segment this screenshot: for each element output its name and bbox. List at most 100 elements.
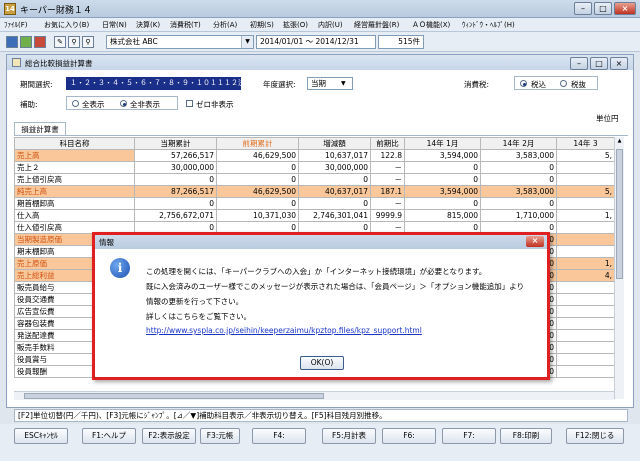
- inner-close-button[interactable]: ×: [610, 57, 628, 70]
- save-icon[interactable]: [6, 36, 18, 48]
- f8-print-button[interactable]: F8:印刷: [500, 428, 552, 444]
- value-cell[interactable]: [556, 317, 615, 330]
- table-row[interactable]: 期首棚卸高 0 0 0 － 0 0: [14, 197, 615, 210]
- tab-income-statement[interactable]: 損益計算書: [14, 122, 66, 136]
- pen-icon[interactable]: ✎: [54, 36, 66, 48]
- value-cell[interactable]: [556, 329, 615, 342]
- value-cell[interactable]: 46,629,500: [216, 149, 299, 162]
- scroll-thumb[interactable]: [616, 149, 623, 279]
- value-cell[interactable]: 9999.9: [370, 209, 405, 222]
- value-cell[interactable]: 30,000,000: [134, 161, 217, 174]
- value-cell[interactable]: 30,000,000: [298, 161, 371, 174]
- col-header-previous[interactable]: 前期累計: [216, 137, 299, 150]
- hscroll-thumb[interactable]: [24, 393, 324, 399]
- value-cell[interactable]: 0: [480, 161, 557, 174]
- account-name-cell[interactable]: 仕入高: [14, 209, 135, 222]
- inner-restore-button[interactable]: □: [590, 57, 608, 70]
- value-cell[interactable]: 10,371,030: [216, 209, 299, 222]
- value-cell[interactable]: 0: [480, 197, 557, 210]
- menu-favorites[interactable]: お気に入り(B): [44, 20, 89, 30]
- value-cell[interactable]: [556, 245, 615, 258]
- table-row[interactable]: 売上高 57,266,517 46,629,500 10,637,017 122.8 3,…: [14, 149, 615, 162]
- value-cell[interactable]: [556, 161, 615, 174]
- f1-help-button[interactable]: F1:ヘルプ: [82, 428, 136, 444]
- show-all-radio[interactable]: [72, 100, 79, 107]
- value-cell[interactable]: 3,583,000: [480, 149, 557, 162]
- value-cell[interactable]: 0: [134, 173, 217, 186]
- value-cell[interactable]: [556, 221, 615, 234]
- value-cell[interactable]: [556, 197, 615, 210]
- f3-ledger-button[interactable]: F3:元帳: [200, 428, 240, 444]
- value-cell[interactable]: 0: [134, 197, 217, 210]
- value-cell[interactable]: 0: [298, 173, 371, 186]
- value-cell[interactable]: [556, 281, 615, 294]
- support-link[interactable]: http://www.syspla.co.jp/seihin/keeperzai…: [146, 326, 422, 335]
- f6-button[interactable]: F6:: [382, 428, 436, 444]
- calendar-icon[interactable]: [34, 36, 46, 48]
- esc-cancel-button[interactable]: ESCｷｬﾝｾﾙ: [14, 428, 68, 444]
- account-name-cell[interactable]: 売上高: [14, 149, 135, 162]
- f5-monthly-button[interactable]: F5:月計表: [322, 428, 376, 444]
- menu-initial[interactable]: 初期(S): [250, 20, 274, 30]
- ok-button[interactable]: OK(O): [300, 356, 344, 370]
- table-row[interactable]: 売上値引戻高 0 0 0 － 0 0: [14, 173, 615, 186]
- hide-all-radio[interactable]: [120, 100, 127, 107]
- inner-minimize-button[interactable]: –: [570, 57, 588, 70]
- menu-analysis[interactable]: 分析(A): [213, 20, 237, 30]
- vertical-scrollbar[interactable]: ▲: [614, 137, 624, 399]
- menu-window-help[interactable]: ｳｨﾝﾄﾞｳ・ﾍﾙﾌﾟ(H): [462, 20, 515, 30]
- col-header-change[interactable]: 増減額: [298, 137, 371, 150]
- value-cell[interactable]: 87,266,517: [134, 185, 217, 198]
- value-cell[interactable]: 4,: [556, 269, 615, 282]
- value-cell[interactable]: 0: [404, 173, 481, 186]
- value-cell[interactable]: 0: [216, 161, 299, 174]
- value-cell[interactable]: －: [370, 161, 405, 174]
- scroll-up-icon[interactable]: ▲: [616, 138, 623, 146]
- value-cell[interactable]: 0: [404, 197, 481, 210]
- menu-tax[interactable]: 消費税(T): [170, 20, 201, 30]
- company-select[interactable]: 株式会社 ABC: [106, 35, 254, 49]
- maximize-button[interactable]: □: [594, 2, 612, 15]
- col-header-mar[interactable]: 14年 3: [556, 137, 615, 150]
- value-cell[interactable]: 5,: [556, 185, 615, 198]
- value-cell[interactable]: [556, 353, 615, 366]
- value-cell[interactable]: 3,594,000: [404, 149, 481, 162]
- value-cell[interactable]: 5,: [556, 149, 615, 162]
- value-cell[interactable]: 0: [216, 197, 299, 210]
- f2-display-settings-button[interactable]: F2:表示設定: [142, 428, 196, 444]
- menu-daily[interactable]: 日常(N): [102, 20, 127, 30]
- value-cell[interactable]: [556, 341, 615, 354]
- menu-compass[interactable]: 経営羅針盤(R): [354, 20, 399, 30]
- zoom-icon[interactable]: ⚲: [82, 36, 94, 48]
- table-row[interactable]: 純売上高 87,266,517 46,629,500 40,637,017 187.1 3…: [14, 185, 615, 198]
- month-selector[interactable]: １・２・３・４・５・６・７・８・９・１０１１１２決: [66, 77, 241, 90]
- value-cell[interactable]: 0: [404, 161, 481, 174]
- tax-excluded-radio[interactable]: [560, 80, 567, 87]
- account-name-cell[interactable]: 売上２: [14, 161, 135, 174]
- close-button[interactable]: ×: [614, 2, 636, 15]
- account-name-cell[interactable]: 純売上高: [14, 185, 135, 198]
- dialog-close-button[interactable]: ×: [526, 236, 544, 247]
- horizontal-scrollbar[interactable]: [14, 391, 614, 400]
- open-icon[interactable]: [20, 36, 32, 48]
- value-cell[interactable]: [556, 365, 615, 378]
- value-cell[interactable]: [556, 233, 615, 246]
- value-cell[interactable]: 0: [480, 173, 557, 186]
- menu-settlement[interactable]: 決算(K): [136, 20, 160, 30]
- f7-button[interactable]: F7:: [442, 428, 496, 444]
- col-header-ratio[interactable]: 前期比: [370, 137, 405, 150]
- value-cell[interactable]: [556, 305, 615, 318]
- f4-button[interactable]: F4:: [252, 428, 306, 444]
- zero-hide-checkbox[interactable]: [186, 100, 193, 107]
- chevron-down-icon[interactable]: ▼: [341, 80, 346, 87]
- value-cell[interactable]: 2,746,301,041: [298, 209, 371, 222]
- chevron-down-icon[interactable]: ▼: [241, 36, 253, 48]
- value-cell[interactable]: 1,710,000: [480, 209, 557, 222]
- table-row[interactable]: 仕入高 2,756,672,071 10,371,030 2,746,301,041 9…: [14, 209, 615, 222]
- account-name-cell[interactable]: 売上値引戻高: [14, 173, 135, 186]
- value-cell[interactable]: 815,000: [404, 209, 481, 222]
- menu-extend[interactable]: 拡張(O): [283, 20, 308, 30]
- col-header-current[interactable]: 当期累計: [134, 137, 217, 150]
- value-cell[interactable]: [556, 293, 615, 306]
- col-header-jan[interactable]: 14年 1月: [404, 137, 481, 150]
